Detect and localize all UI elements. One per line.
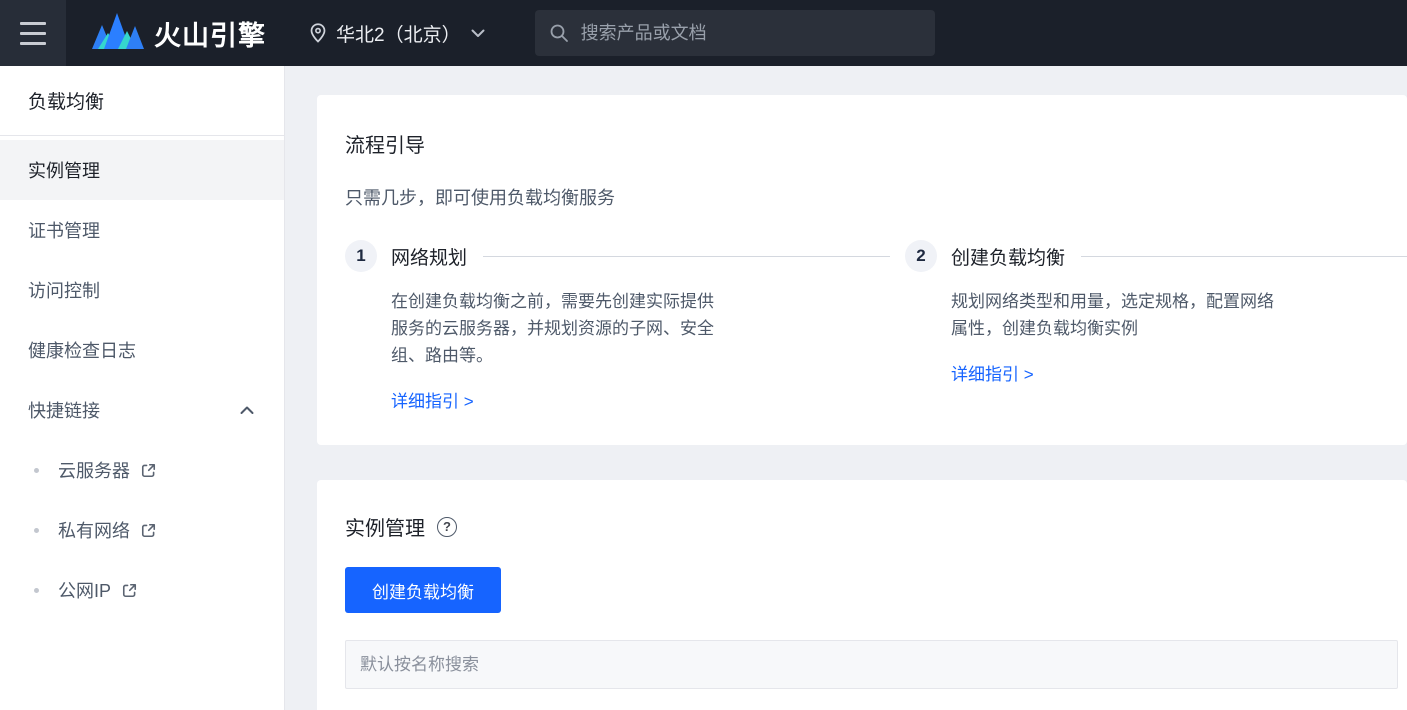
step-number-badge: 2: [905, 240, 937, 272]
sidebar-link-cloud-server[interactable]: 云服务器: [0, 440, 284, 500]
brand-logo[interactable]: 火山引擎: [92, 11, 266, 55]
brand-name: 火山引擎: [154, 20, 266, 51]
chevron-up-icon: [240, 406, 254, 414]
chevron-down-icon: [471, 29, 485, 37]
hamburger-menu-button[interactable]: [0, 0, 66, 66]
step-title: 创建负载均衡: [951, 247, 1066, 269]
global-search-input[interactable]: [580, 22, 921, 44]
sidebar: 负载均衡 实例管理 证书管理 访问控制 健康检查日志 快捷链接 云服务器 私有网…: [0, 66, 285, 710]
help-question-icon[interactable]: ?: [437, 516, 457, 537]
sidebar-item-instance-management[interactable]: 实例管理: [0, 140, 284, 200]
instance-card-title: 实例管理: [345, 518, 425, 540]
sidebar-link-public-ip[interactable]: 公网IP: [0, 560, 284, 620]
sidebar-group-quick-links[interactable]: 快捷链接: [0, 380, 284, 440]
region-selector[interactable]: 华北2（北京）: [308, 20, 485, 47]
process-guide-card: 流程引导 只需几步，即可使用负载均衡服务 1 网络规划 在创建负载均衡之前，需要…: [317, 95, 1407, 445]
sidebar-item-health-check-log[interactable]: 健康检查日志: [0, 320, 284, 380]
volcano-logo-icon: [92, 13, 144, 49]
step-title: 网络规划: [391, 247, 468, 269]
step-divider-line: [1081, 255, 1407, 257]
hamburger-icon: [20, 21, 46, 45]
bullet-dot: [34, 587, 39, 593]
step-detail-guide-link[interactable]: 详细指引 >: [391, 387, 474, 412]
step-divider-line: [483, 255, 890, 257]
instance-name-search-input[interactable]: [345, 640, 1398, 689]
external-link-icon: [140, 462, 157, 479]
step-detail-guide-link[interactable]: 详细指引 >: [951, 360, 1034, 385]
guide-card-title: 流程引导: [345, 135, 425, 157]
guide-step-2: 2 创建负载均衡 规划网络类型和用量，选定规格，配置网络属性，创建负载均衡实例 …: [905, 240, 1407, 412]
location-pin-icon: [310, 23, 326, 43]
sidebar-product-title: 负载均衡: [0, 66, 284, 136]
step-description: 规划网络类型和用量，选定规格，配置网络属性，创建负载均衡实例: [951, 292, 1274, 338]
step-description: 在创建负载均衡之前，需要先创建实际提供服务的云服务器，并规划资源的子网、安全组、…: [391, 292, 714, 365]
sidebar-item-access-control[interactable]: 访问控制: [0, 260, 284, 320]
region-label: 华北2（北京）: [336, 24, 461, 46]
step-number-badge: 1: [345, 240, 377, 272]
bullet-dot: [34, 527, 39, 533]
bullet-dot: [34, 467, 39, 473]
global-search-box[interactable]: [534, 10, 935, 56]
create-load-balancer-button[interactable]: 创建负载均衡: [345, 567, 501, 613]
main-content: 流程引导 只需几步，即可使用负载均衡服务 1 网络规划 在创建负载均衡之前，需要…: [285, 66, 1407, 710]
search-icon: [550, 24, 568, 42]
topbar: 火山引擎 华北2（北京）: [0, 0, 1407, 66]
guide-step-1: 1 网络规划 在创建负载均衡之前，需要先创建实际提供服务的云服务器，并规划资源的…: [345, 240, 905, 412]
sidebar-link-private-network[interactable]: 私有网络: [0, 500, 284, 560]
instance-management-card: 实例管理 ? 创建负载均衡: [317, 480, 1407, 710]
sidebar-item-certificate-management[interactable]: 证书管理: [0, 200, 284, 260]
external-link-icon: [140, 522, 157, 539]
external-link-icon: [121, 582, 138, 599]
guide-card-subtitle: 只需几步，即可使用负载均衡服务: [345, 188, 615, 208]
